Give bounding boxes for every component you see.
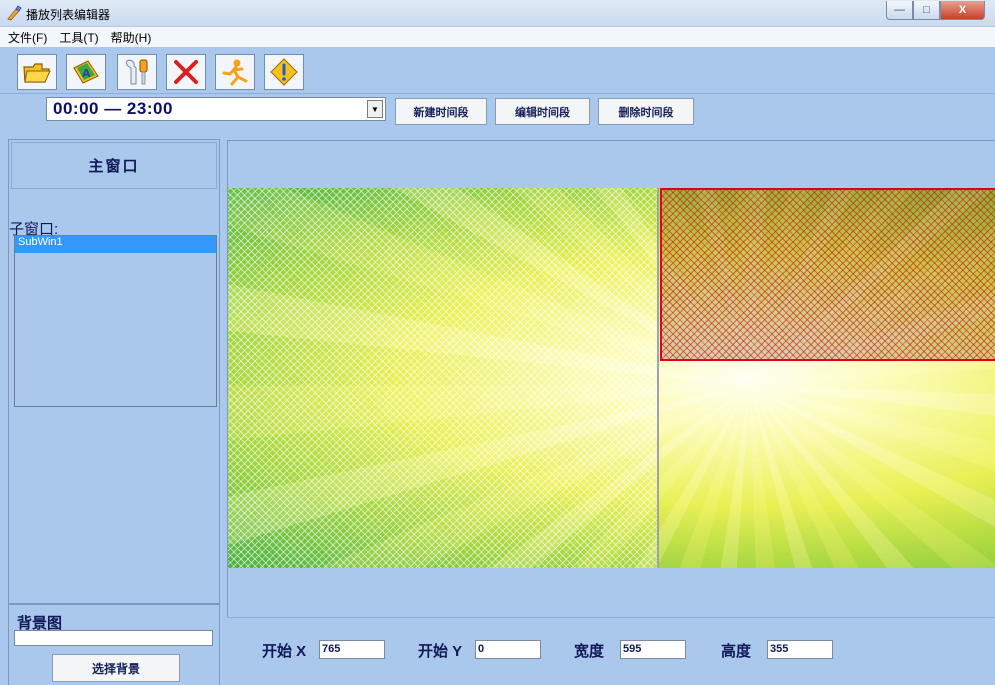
info-button[interactable]	[264, 54, 304, 90]
width-label: 宽度	[574, 643, 605, 660]
time-segment-row: 00:00 — 23:00 ▼ 新建时间段 编辑时间段 删除时间段	[0, 94, 995, 132]
sub-window-list[interactable]: SubWin1	[14, 235, 217, 407]
app-icon	[7, 5, 22, 21]
main-window-button[interactable]: 主窗口	[11, 142, 217, 189]
close-icon: X	[958, 4, 967, 16]
menu-tools[interactable]: 工具(T)	[53, 29, 104, 46]
height-label: 高度	[721, 643, 752, 660]
svg-text:A: A	[82, 67, 91, 80]
menu-file[interactable]: 文件(F)	[0, 29, 53, 46]
delete-button[interactable]	[166, 54, 206, 90]
tools-icon	[125, 59, 148, 85]
add-media-button[interactable]: A	[66, 54, 106, 90]
start-x-field[interactable]: 765	[319, 640, 385, 659]
image-text-icon: A	[73, 60, 99, 84]
new-segment-button[interactable]: 新建时间段	[395, 98, 487, 125]
time-segment-value: 00:00 — 23:00	[53, 99, 173, 118]
sub-window-region[interactable]	[660, 188, 995, 361]
start-y-label: 开始 Y	[418, 643, 463, 660]
list-item[interactable]: SubWin1	[15, 236, 216, 253]
delete-segment-button[interactable]: 删除时间段	[598, 98, 694, 125]
start-y-field[interactable]: 0	[475, 640, 541, 659]
window-title: 播放列表编辑器	[26, 8, 111, 22]
edit-segment-button[interactable]: 编辑时间段	[495, 98, 590, 125]
choose-background-button[interactable]: 选择背景	[52, 654, 180, 682]
menu-help[interactable]: 帮助(H)	[105, 29, 158, 46]
menu-bar: 文件(F) 工具(T) 帮助(H)	[0, 27, 995, 47]
toolbar: A	[0, 48, 995, 94]
close-button[interactable]: X	[940, 1, 985, 20]
maximize-button[interactable]: □	[913, 1, 940, 20]
run-icon	[222, 59, 248, 86]
settings-button[interactable]	[117, 54, 157, 90]
time-segment-select[interactable]: 00:00 — 23:00 ▼	[46, 97, 386, 121]
minimize-button[interactable]: —	[886, 1, 913, 20]
start-x-label: 开始 X	[262, 643, 307, 660]
height-field[interactable]: 355	[767, 640, 833, 659]
open-button[interactable]	[17, 54, 57, 90]
main-window-region[interactable]	[228, 188, 659, 568]
open-folder-icon	[23, 63, 51, 83]
window-controls: — □ X	[886, 1, 985, 21]
dropdown-arrow-icon[interactable]: ▼	[367, 100, 383, 118]
info-diamond-icon	[270, 58, 298, 86]
play-button[interactable]	[215, 54, 255, 90]
width-field[interactable]: 595	[620, 640, 686, 659]
title-bar: 播放列表编辑器 — □ X	[0, 0, 995, 27]
preview-canvas[interactable]	[228, 188, 995, 568]
minimize-icon: —	[894, 4, 905, 16]
maximize-icon: □	[923, 4, 930, 16]
coordinate-row: 开始 X 765 开始 Y 0 宽度 595 高度 355	[227, 617, 995, 685]
delete-x-icon	[174, 60, 198, 84]
background-path-field[interactable]	[14, 630, 213, 646]
